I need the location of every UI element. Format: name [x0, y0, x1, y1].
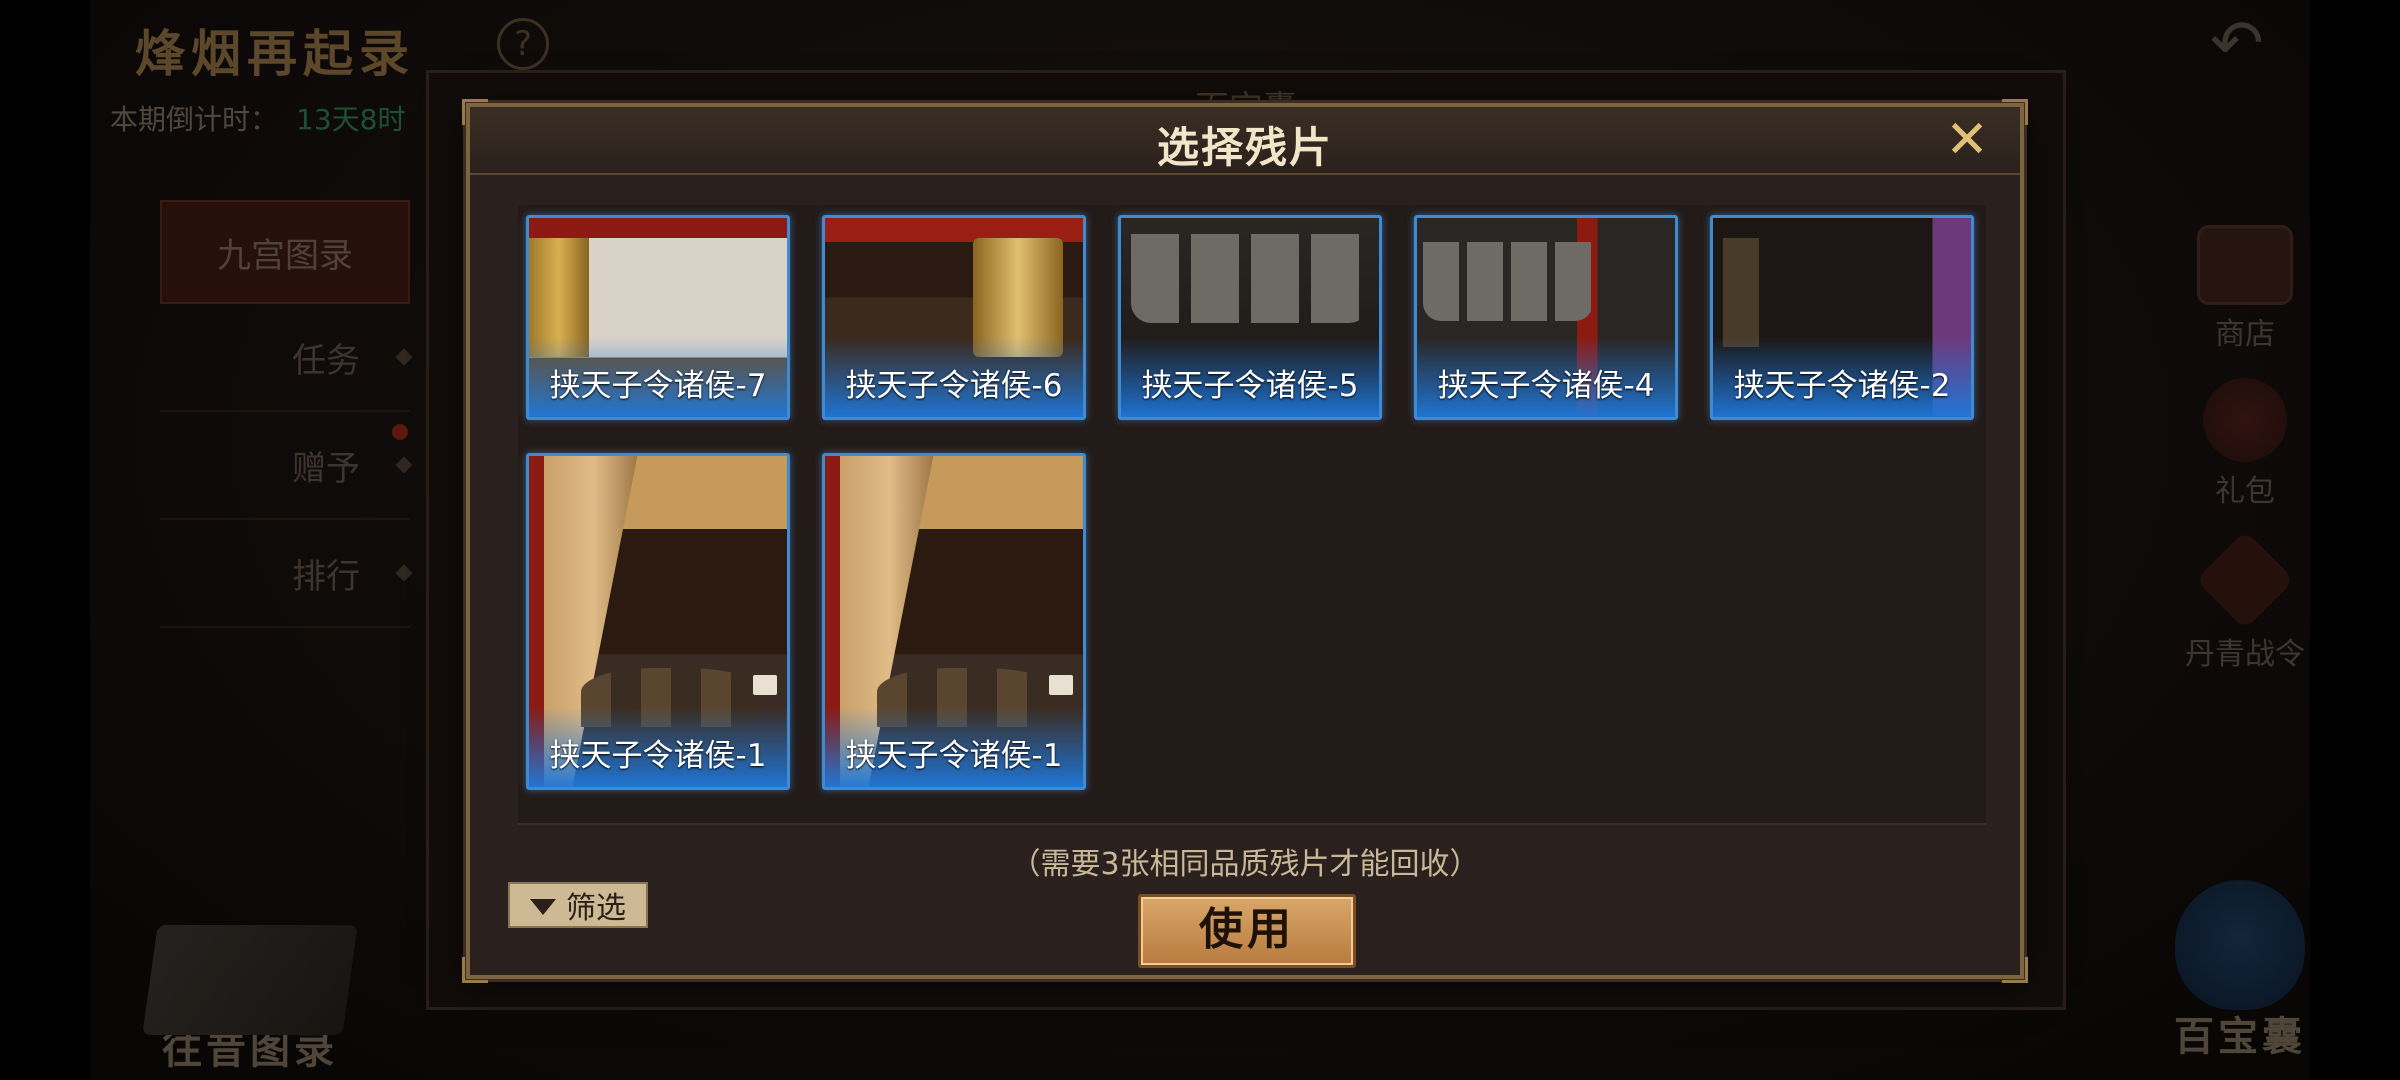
fragment-name: 挟天子令诸侯-7: [549, 368, 767, 404]
fragment-name: 挟天子令诸侯-4: [1437, 368, 1655, 404]
recycle-hint: （需要3张相同品质残片才能回收）: [1010, 847, 1480, 882]
dialog-header: 选择残片 ✕: [470, 107, 2020, 175]
filter-label: 筛选: [566, 891, 626, 926]
collection-badge-icon: [1049, 675, 1073, 695]
fragment-card[interactable]: 挟天子令诸侯-7: [526, 215, 790, 420]
fragment-name: 挟天子令诸侯-2: [1733, 368, 1951, 404]
fragment-name: 挟天子令诸侯-1: [549, 738, 767, 774]
fragment-card[interactable]: 挟天子令诸侯-6: [822, 215, 1086, 420]
select-fragment-dialog: 选择残片 ✕ 挟天子令诸侯-7 挟天子令诸侯-6 挟天子令诸侯-5 挟天子令诸侯…: [462, 99, 2028, 983]
fragment-name: 挟天子令诸侯-6: [845, 368, 1063, 404]
fragment-card[interactable]: 挟天子令诸侯-5: [1118, 215, 1382, 420]
filter-button[interactable]: 筛选: [508, 882, 648, 928]
corner-ornament: [2002, 957, 2028, 983]
fragment-name: 挟天子令诸侯-5: [1141, 368, 1359, 404]
fragment-card[interactable]: 挟天子令诸侯-1: [526, 453, 790, 790]
fragment-card[interactable]: 挟天子令诸侯-4: [1414, 215, 1678, 420]
collection-badge-icon: [753, 675, 777, 695]
corner-ornament: [462, 957, 488, 983]
fragment-grid: 挟天子令诸侯-7 挟天子令诸侯-6 挟天子令诸侯-5 挟天子令诸侯-4 挟天子令…: [518, 205, 1986, 825]
filter-funnel-icon: [530, 899, 556, 915]
fragment-card[interactable]: 挟天子令诸侯-2: [1710, 215, 1974, 420]
use-button[interactable]: 使用: [1138, 894, 1356, 968]
dialog-title: 选择残片: [1156, 123, 1333, 172]
close-icon[interactable]: ✕: [1942, 114, 1992, 166]
fragment-card[interactable]: 挟天子令诸侯-1: [822, 453, 1086, 790]
fragment-name: 挟天子令诸侯-1: [845, 738, 1063, 774]
